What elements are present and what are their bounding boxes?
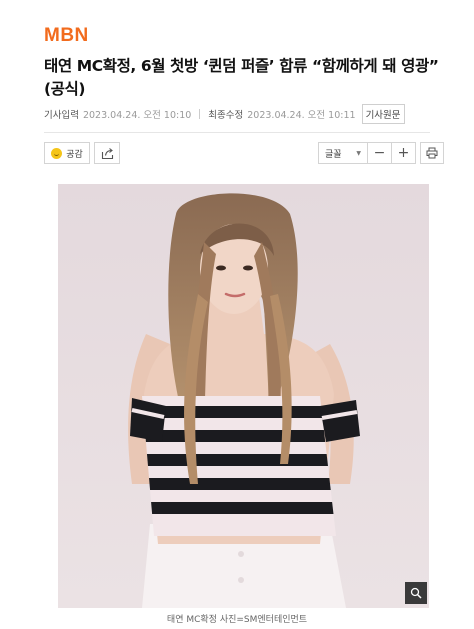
article-meta: 기사입력 2023.04.24. 오전 10:10 최종수정 2023.04.2…: [44, 104, 444, 124]
published-label: 기사입력: [44, 110, 79, 121]
font-label: 글꼴: [325, 149, 342, 160]
article-photo[interactable]: [58, 184, 429, 608]
article-toolbar: 공감 글꼴 ▼ − +: [44, 142, 444, 166]
photo-zoom-button[interactable]: [405, 582, 427, 604]
font-select-button[interactable]: 글꼴 ▼: [318, 142, 368, 164]
magnifier-icon: [410, 587, 422, 599]
published-datetime: 2023.04.24. 오전 10:10: [82, 110, 192, 121]
font-increase-button[interactable]: +: [391, 142, 416, 164]
smile-icon: [51, 147, 63, 159]
like-label: 공감: [66, 149, 83, 160]
mbn-logo[interactable]: MBN: [44, 25, 89, 47]
share-button[interactable]: [94, 142, 120, 164]
share-icon: [101, 147, 113, 159]
original-article-link[interactable]: 기사원문: [361, 104, 405, 124]
article-title-line-2: (공식): [44, 80, 86, 98]
print-icon: [426, 147, 438, 159]
modified-label: 최종수정: [208, 110, 244, 121]
article-title: 태연 MC확정, 6월 첫방 ‘퀸덤 퍼즐’ 합류 “함께하게 돼 영광” (공…: [44, 55, 444, 101]
person-illustration: [128, 193, 360, 608]
print-button[interactable]: [420, 142, 444, 164]
article-title-line-1: 태연 MC확정, 6월 첫방 ‘퀸덤 퍼즐’ 합류 “함께하게 돼 영광”: [44, 57, 439, 75]
font-decrease-button[interactable]: −: [367, 142, 392, 164]
header-divider: [44, 132, 430, 133]
photo-caption: 태연 MC확정 사진=SM엔터테인먼트: [166, 615, 308, 625]
meta-separator: [199, 109, 201, 119]
like-button[interactable]: 공감: [44, 142, 90, 164]
caret-down-icon: ▼: [356, 149, 361, 157]
modified-datetime: 2023.04.24. 오전 10:11: [247, 110, 356, 121]
